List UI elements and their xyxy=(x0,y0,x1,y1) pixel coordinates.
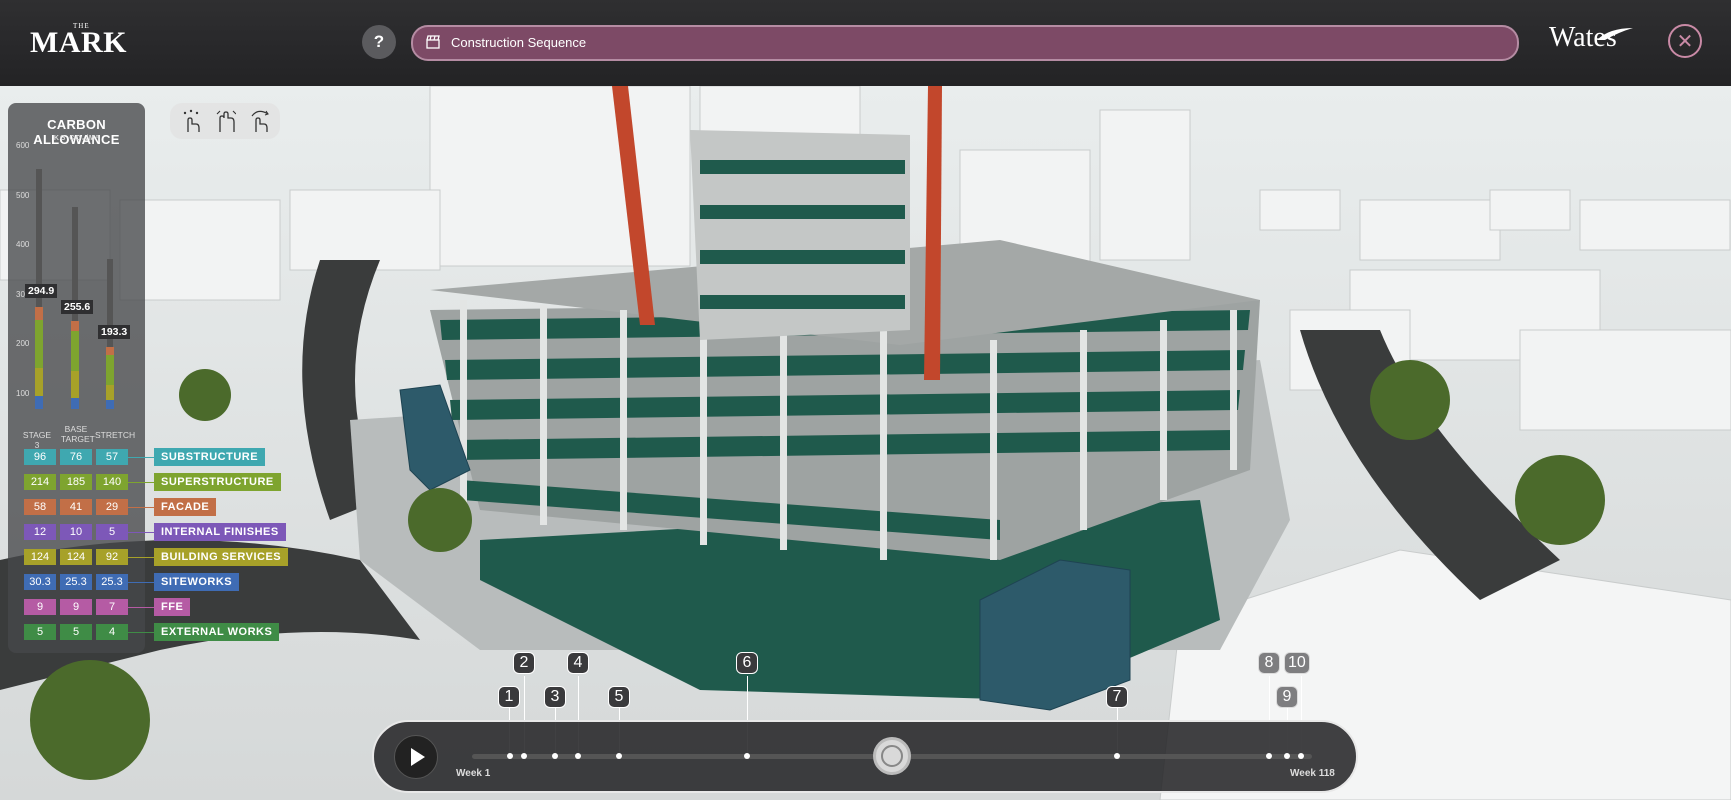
row-connector xyxy=(128,507,154,508)
cell-base-target: 124 xyxy=(60,549,92,565)
milestone-marker[interactable]: 6 xyxy=(736,652,758,674)
play-button[interactable] xyxy=(394,735,438,779)
play-icon xyxy=(411,748,425,766)
milestone-marker[interactable]: 4 xyxy=(567,652,589,674)
cell-base-target: 5 xyxy=(60,624,92,640)
bar-base-target xyxy=(71,321,79,409)
row-connector xyxy=(128,607,154,608)
milestone-dot[interactable] xyxy=(744,753,750,759)
carbon-allowance-panel: CARBON ALLOWANCE KG CO₂/M² 600 500 400 3… xyxy=(8,103,145,653)
row-connector xyxy=(128,482,154,483)
wates-logo: Wates xyxy=(1549,22,1633,54)
milestone-dot[interactable] xyxy=(616,753,622,759)
bird-icon xyxy=(1597,28,1633,40)
column-label: STRETCH xyxy=(95,430,136,440)
row-connector xyxy=(128,532,154,533)
total-stage-3: 294.9 xyxy=(25,284,58,298)
cell-stage-3: 214 xyxy=(24,474,56,490)
rotate-gesture-icon[interactable] xyxy=(248,108,272,134)
milestone-marker[interactable]: 9 xyxy=(1276,686,1298,708)
total-base-target: 255.6 xyxy=(61,300,94,314)
category-internal-finishes[interactable]: INTERNAL FINISHES xyxy=(154,523,286,541)
cell-stage-3: 12 xyxy=(24,524,56,540)
milestone-dot[interactable] xyxy=(575,753,581,759)
cell-stretch: 140 xyxy=(96,474,128,490)
cell-base-target: 10 xyxy=(60,524,92,540)
row-connector xyxy=(128,557,154,558)
milestone-dot[interactable] xyxy=(1266,753,1272,759)
cell-stretch: 7 xyxy=(96,599,128,615)
carbon-stacked-bars xyxy=(35,169,114,409)
milestone-marker[interactable]: 1 xyxy=(498,686,520,708)
cell-stage-3: 58 xyxy=(24,499,56,515)
cell-stretch: 29 xyxy=(96,499,128,515)
category-substructure[interactable]: SUBSTRUCTURE xyxy=(154,448,266,466)
cell-stage-3: 124 xyxy=(24,549,56,565)
cell-stretch: 57 xyxy=(96,449,128,465)
cell-base-target: 25.3 xyxy=(60,574,92,590)
category-siteworks[interactable]: SITEWORKS xyxy=(154,573,240,591)
column-label: BASE TARGET xyxy=(61,424,95,444)
milestone-marker[interactable]: 5 xyxy=(608,686,630,708)
cell-stretch: 25.3 xyxy=(96,574,128,590)
cell-stage-3: 5 xyxy=(24,624,56,640)
clapperboard-icon xyxy=(426,35,440,49)
milestone-dot[interactable] xyxy=(507,753,513,759)
milestone-dot[interactable] xyxy=(1284,753,1290,759)
milestone-dot[interactable] xyxy=(552,753,558,759)
row-connector xyxy=(128,457,154,458)
cell-stretch: 5 xyxy=(96,524,128,540)
close-button[interactable]: ✕ xyxy=(1668,24,1702,58)
timeline-end-label: Week 118 xyxy=(1290,768,1335,779)
top-bar: THE MARK ? Construction Sequence Wates ✕ xyxy=(0,0,1731,86)
construction-3d-view[interactable] xyxy=(0,86,1731,800)
milestone-marker[interactable]: 8 xyxy=(1258,652,1280,674)
milestone-dot[interactable] xyxy=(1114,753,1120,759)
close-icon: ✕ xyxy=(1676,30,1694,53)
category-external-works[interactable]: EXTERNAL WORKS xyxy=(154,623,280,641)
cell-stretch: 92 xyxy=(96,549,128,565)
category-building-services[interactable]: BUILDING SERVICES xyxy=(154,548,289,566)
cell-stretch: 4 xyxy=(96,624,128,640)
total-stretch: 193.3 xyxy=(98,325,131,339)
category-ffe[interactable]: FFE xyxy=(154,598,191,616)
row-connector xyxy=(128,632,154,633)
milestone-marker[interactable]: 2 xyxy=(513,652,535,674)
cell-stage-3: 9 xyxy=(24,599,56,615)
milestone-dot[interactable] xyxy=(1298,753,1304,759)
sequence-label: Construction Sequence xyxy=(451,35,587,50)
milestone-marker[interactable]: 10 xyxy=(1284,652,1310,674)
milestone-marker[interactable]: 3 xyxy=(544,686,566,708)
pan-gesture-icon[interactable] xyxy=(214,108,236,134)
category-superstructure[interactable]: SUPERSTRUCTURE xyxy=(154,473,281,491)
category-facade[interactable]: FACADE xyxy=(154,498,217,516)
timeline-start-label: Week 1 xyxy=(456,768,491,779)
milestone-dot[interactable] xyxy=(521,753,527,759)
select-gesture-icon[interactable] xyxy=(180,108,202,134)
milestone-marker[interactable]: 7 xyxy=(1106,686,1128,708)
timeline-playhead[interactable] xyxy=(873,737,911,775)
bar-stage-3 xyxy=(35,307,43,409)
row-connector xyxy=(128,582,154,583)
column-label: STAGE 3 xyxy=(22,430,52,450)
construction-sequence-bar[interactable]: Construction Sequence xyxy=(411,25,1519,61)
navigation-tools xyxy=(170,103,280,139)
help-button[interactable]: ? xyxy=(362,25,396,59)
logo-main-text: MARK xyxy=(30,26,127,59)
cell-base-target: 41 xyxy=(60,499,92,515)
cell-base-target: 76 xyxy=(60,449,92,465)
cell-stage-3: 30.3 xyxy=(24,574,56,590)
cell-stage-3: 96 xyxy=(24,449,56,465)
cell-base-target: 9 xyxy=(60,599,92,615)
bar-stretch xyxy=(106,347,114,409)
cell-base-target: 185 xyxy=(60,474,92,490)
